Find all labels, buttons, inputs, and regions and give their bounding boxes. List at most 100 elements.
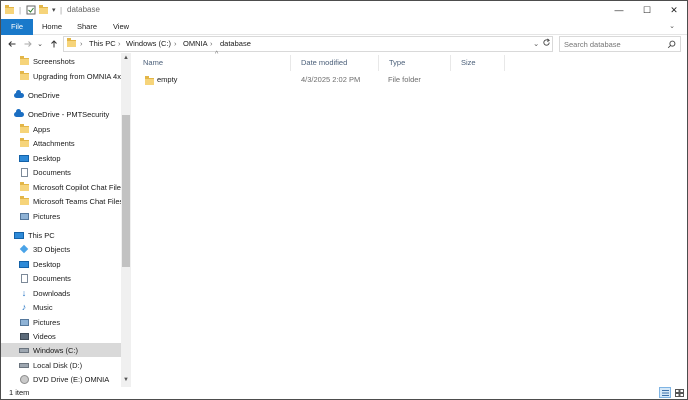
file-row[interactable]: empty 4/3/2025 2:02 PM File folder <box>133 73 687 87</box>
crumb-this-pc[interactable]: This PC <box>89 39 116 48</box>
ribbon: File Home Share View ⌄ <box>1 19 687 35</box>
nav-item-label: Music <box>33 302 53 312</box>
refresh-icon[interactable] <box>542 38 551 49</box>
tab-view[interactable]: View <box>107 19 135 35</box>
nav-item-label: OneDrive <box>28 90 60 100</box>
close-button[interactable]: ✕ <box>660 1 688 19</box>
nav-item-desktop[interactable]: Desktop <box>1 151 121 165</box>
nav-item-label: Windows (C:) <box>33 345 79 355</box>
scroll-thumb[interactable] <box>122 115 130 267</box>
forward-arrow-icon[interactable] <box>21 37 35 51</box>
nav-item-documents[interactable]: Documents <box>1 165 121 179</box>
back-arrow-icon[interactable] <box>5 37 19 51</box>
nav-item-this-pc[interactable]: This PC <box>1 228 121 242</box>
expand-ribbon-icon[interactable]: ⌄ <box>665 19 679 35</box>
downloads-icon: ↓ <box>21 287 27 298</box>
search-icon[interactable] <box>667 40 676 51</box>
nav-item-music[interactable]: ♪ Music <box>1 300 121 314</box>
search-box[interactable] <box>559 36 681 52</box>
nav-item-windows-c[interactable]: Windows (C:) <box>1 343 121 357</box>
onedrive-icon <box>14 89 24 100</box>
nav-item-local-disk-d[interactable]: Local Disk (D:) <box>1 358 121 372</box>
status-bar: 1 item <box>1 387 687 399</box>
nav-item-pictures-pc[interactable]: Pictures <box>1 315 121 329</box>
nav-item-screenshots[interactable]: Screenshots <box>1 54 121 68</box>
desktop-icon <box>19 259 29 269</box>
crumb-database[interactable]: database <box>220 39 251 48</box>
folder-icon <box>145 76 154 90</box>
drive-icon <box>19 345 29 355</box>
onedrive-icon <box>14 108 24 119</box>
tab-home[interactable]: Home <box>37 19 67 35</box>
music-icon: ♪ <box>21 301 27 312</box>
crumb-separator: › <box>80 39 83 48</box>
nav-item-copilot-chat-files[interactable]: Microsoft Copilot Chat Files <box>1 180 125 194</box>
nav-item-desktop-pc[interactable]: Desktop <box>1 257 121 271</box>
folder-app-icon <box>5 4 14 16</box>
desktop-icon <box>19 153 29 163</box>
title-separator: | <box>60 5 63 15</box>
search-input[interactable] <box>564 39 664 50</box>
nav-item-label: OneDrive - PMTSecurity <box>28 109 110 119</box>
tab-file[interactable]: File <box>1 19 33 35</box>
nav-item-onedrive-pmtsecurity[interactable]: OneDrive - PMTSecurity <box>1 107 121 121</box>
window-title: database <box>67 5 100 14</box>
nav-item-attachments[interactable]: Attachments <box>1 136 121 150</box>
large-icons-view-icon[interactable] <box>673 387 685 398</box>
crumb-windows-c[interactable]: Windows (C:) <box>126 39 171 48</box>
folder-icon <box>19 181 29 192</box>
crumb-omnia[interactable]: OMNIA <box>183 39 208 48</box>
nav-item-label: Documents <box>33 273 71 283</box>
nav-item-label: Desktop <box>33 153 61 163</box>
address-row: ⌄ › This PC › Windows (C:) › OMNIA › dat… <box>1 35 687 53</box>
nav-item-label: Microsoft Teams Chat Files <box>33 196 124 206</box>
maximize-button[interactable]: ☐ <box>633 1 661 19</box>
nav-item-label: Desktop <box>33 259 61 269</box>
new-folder-icon[interactable] <box>39 4 48 16</box>
up-arrow-icon[interactable] <box>47 37 61 51</box>
nav-item-upgrading-from-omnia[interactable]: Upgrading from OMNIA 4x <box>1 69 121 83</box>
quick-access-dropdown-icon[interactable]: ▾ <box>52 4 56 16</box>
address-dropdown-icon[interactable]: ⌄ <box>533 39 539 48</box>
file-date-modified: 4/3/2025 2:02 PM <box>301 75 361 84</box>
pictures-icon <box>19 211 29 221</box>
column-header-date-modified[interactable]: Date modified <box>291 55 379 71</box>
minimize-button[interactable]: — <box>605 1 633 19</box>
nav-item-label: Attachments <box>33 138 75 148</box>
address-bar[interactable]: › This PC › Windows (C:) › OMNIA › datab… <box>63 36 553 52</box>
details-view-icon[interactable] <box>659 387 671 398</box>
nav-item-documents-pc[interactable]: Documents <box>1 271 121 285</box>
nav-item-label: 3D Objects <box>33 244 71 254</box>
nav-item-label: Videos <box>33 331 56 341</box>
crumb-separator: › <box>118 39 121 48</box>
file-name: empty <box>157 75 178 84</box>
nav-item-videos[interactable]: Videos <box>1 329 121 343</box>
file-type: File folder <box>388 75 421 84</box>
videos-icon <box>19 331 29 341</box>
scroll-up-icon[interactable]: ▲ <box>121 53 131 63</box>
scroll-down-icon[interactable]: ▼ <box>121 375 131 385</box>
nav-item-label: Pictures <box>33 211 61 221</box>
column-header-name[interactable]: Name <box>133 55 291 71</box>
recent-locations-chevron-icon[interactable]: ⌄ <box>35 37 45 51</box>
this-pc-icon <box>14 230 24 240</box>
nav-item-dvd-drive-e[interactable]: DVD Drive (E:) OMNIA <box>1 372 121 386</box>
nav-item-3d-objects[interactable]: 3D Objects <box>1 242 121 256</box>
nav-scrollbar[interactable]: ▲ ▼ <box>121 53 131 387</box>
column-header-type[interactable]: Type <box>379 55 451 71</box>
nav-item-onedrive[interactable]: OneDrive <box>1 88 121 102</box>
tab-share[interactable]: Share <box>71 19 103 35</box>
nav-item-label: Microsoft Copilot Chat Files <box>33 182 125 192</box>
nav-item-label: Documents <box>33 167 71 177</box>
nav-item-teams-chat-files[interactable]: Microsoft Teams Chat Files <box>1 194 124 208</box>
nav-item-apps[interactable]: Apps <box>1 122 121 136</box>
properties-icon[interactable] <box>26 4 36 16</box>
nav-item-label: DVD Drive (E:) OMNIA <box>33 374 110 384</box>
documents-icon <box>19 167 29 177</box>
column-header-size[interactable]: Size <box>451 55 505 71</box>
toolbar-separator: | <box>19 5 22 15</box>
folder-icon <box>19 70 29 81</box>
crumb-separator: › <box>210 39 213 48</box>
nav-item-downloads[interactable]: ↓ Downloads <box>1 286 121 300</box>
nav-item-pictures[interactable]: Pictures <box>1 209 121 223</box>
